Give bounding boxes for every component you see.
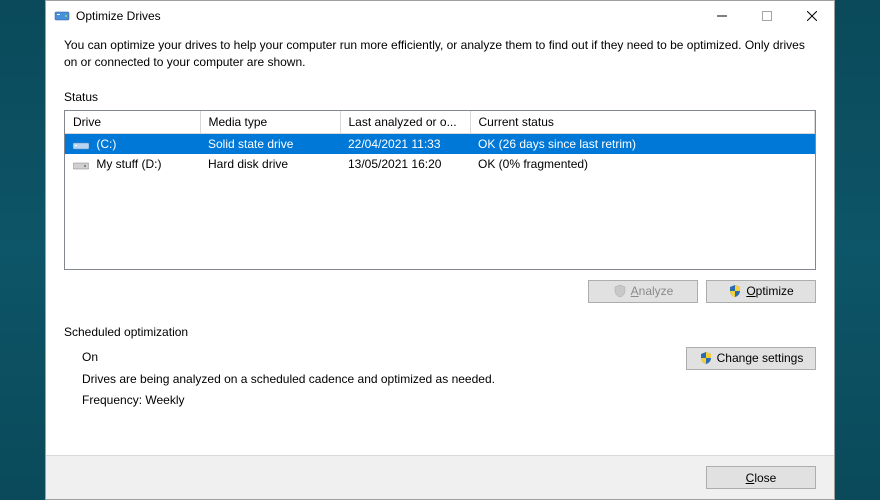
titlebar: Optimize Drives [46, 1, 834, 31]
drive-name: (C:) [96, 137, 116, 151]
drive-last: 13/05/2021 16:20 [340, 154, 470, 174]
scheduled-optimization: On Drives are being analyzed on a schedu… [64, 347, 816, 410]
window-controls [699, 2, 834, 30]
optimize-button[interactable]: Optimize [706, 280, 816, 303]
maximize-button [744, 2, 789, 30]
shield-icon [613, 284, 627, 298]
minimize-button[interactable] [699, 2, 744, 30]
drive-name: My stuff (D:) [96, 157, 161, 171]
window-title: Optimize Drives [76, 9, 699, 23]
schedule-frequency: Frequency: Weekly [82, 390, 686, 410]
col-drive[interactable]: Drive [65, 111, 200, 134]
drive-media: Hard disk drive [200, 154, 340, 174]
col-media[interactable]: Media type [200, 111, 340, 134]
analyze-text: nalyze [639, 284, 674, 298]
drive-last: 22/04/2021 11:33 [340, 133, 470, 154]
drive-row[interactable]: (C:) Solid state drive 22/04/2021 11:33 … [65, 133, 815, 154]
column-headers[interactable]: Drive Media type Last analyzed or o... C… [65, 111, 815, 134]
schedule-state: On [82, 347, 686, 367]
close-button[interactable] [789, 2, 834, 30]
optimize-drives-window: Optimize Drives You can optimize your dr… [45, 0, 835, 500]
drive-status: OK (0% fragmented) [470, 154, 815, 174]
shield-icon [728, 284, 742, 298]
optimize-text: ptimize [756, 284, 794, 298]
close-text: lose [754, 471, 776, 485]
drive-media: Solid state drive [200, 133, 340, 154]
change-settings-button[interactable]: Change settings [686, 347, 816, 370]
col-status[interactable]: Current status [470, 111, 815, 134]
drive-optimize-icon [54, 8, 70, 24]
drive-row[interactable]: My stuff (D:) Hard disk drive 13/05/2021… [65, 154, 815, 174]
shield-icon [699, 351, 713, 365]
drive-list[interactable]: Drive Media type Last analyzed or o... C… [64, 110, 816, 270]
col-last[interactable]: Last analyzed or o... [340, 111, 470, 134]
change-settings-text: Change settings [717, 351, 804, 365]
content-area: You can optimize your drives to help you… [46, 31, 834, 455]
drive-status: OK (26 days since last retrim) [470, 133, 815, 154]
status-section-label: Status [64, 90, 816, 104]
analyze-button: Analyze [588, 280, 698, 303]
scheduled-section-label: Scheduled optimization [64, 325, 816, 339]
close-dialog-button[interactable]: Close [706, 466, 816, 489]
footer: Close [46, 455, 834, 499]
hdd-drive-icon [73, 160, 89, 170]
schedule-description: Drives are being analyzed on a scheduled… [82, 369, 686, 389]
drive-actions: Analyze Optimize [64, 280, 816, 303]
ssd-drive-icon [73, 140, 89, 150]
intro-text: You can optimize your drives to help you… [64, 37, 816, 72]
